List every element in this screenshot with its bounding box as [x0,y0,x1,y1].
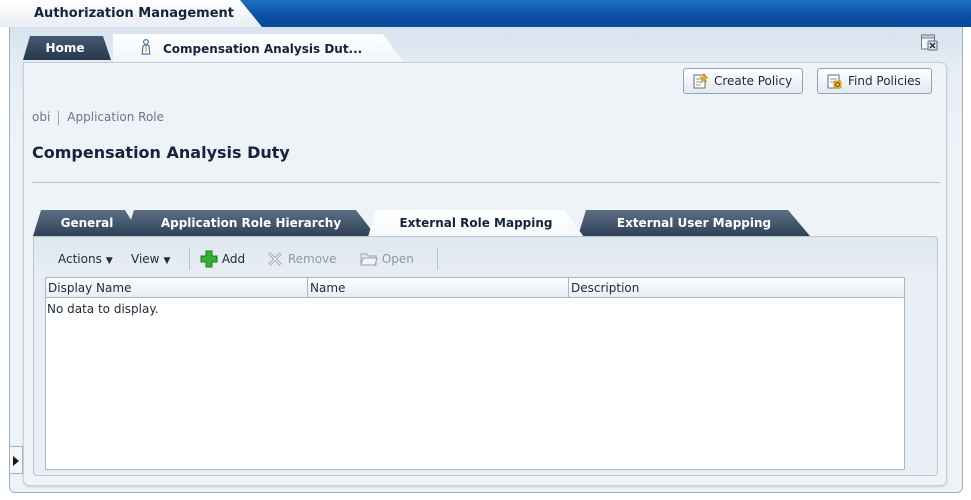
toolbar-separator [189,248,190,270]
breadcrumb-separator [58,110,60,125]
tab-application-role-hierarchy[interactable]: Application Role Hierarchy [126,210,376,236]
divider [32,182,940,183]
app-header-bar [240,0,971,27]
panel-expand-toggle[interactable] [9,446,23,474]
remove-button[interactable]: Remove [266,250,337,268]
tab-general[interactable]: General [33,210,141,236]
tab-duty-label: Compensation Analysis Dut... [163,42,363,56]
person-icon [141,39,151,55]
empty-table-message: No data to display. [47,302,159,316]
actions-menu[interactable]: Actions ▼ [58,252,113,266]
toolbar-separator [437,248,438,270]
view-menu-label: View [131,252,160,266]
column-header-description[interactable]: Description [569,278,904,298]
app-title: Authorization Management [34,6,234,21]
column-header-display-name[interactable]: Display Name [46,278,308,298]
add-button[interactable]: Add [200,250,245,268]
folder-open-icon [360,253,378,266]
tab-compensation-analysis-duty[interactable]: Compensation Analysis Dut... [113,34,403,62]
find-policies-button[interactable]: Find Policies [817,68,932,94]
expand-arrow-icon [13,456,19,466]
tab-external-role-mapping[interactable]: External Role Mapping [368,210,584,237]
actions-menu-label: Actions [58,252,102,266]
open-button[interactable]: Open [360,250,414,268]
remove-x-icon [267,251,283,267]
open-label: Open [381,252,414,266]
chevron-down-icon: ▼ [163,256,171,266]
chevron-down-icon: ▼ [105,256,113,266]
breadcrumb: obi Application Role [32,110,164,125]
add-label: Add [221,252,246,266]
create-policy-icon [693,73,708,89]
close-tab-icon[interactable] [920,33,938,51]
plus-icon [200,250,218,268]
remove-label: Remove [287,252,337,266]
tab-external-user-mapping[interactable]: External User Mapping [578,210,810,236]
data-table: Display Name Name Description No data to… [45,277,905,470]
create-policy-button[interactable]: Create Policy [683,68,804,94]
breadcrumb-application-role[interactable]: Application Role [67,110,164,124]
page-title: Compensation Analysis Duty [32,143,290,162]
find-policies-label: Find Policies [848,74,921,88]
breadcrumb-obi[interactable]: obi [32,110,50,124]
view-menu[interactable]: View ▼ [131,252,170,266]
column-header-name[interactable]: Name [308,278,569,298]
find-policies-icon [827,74,842,89]
tab-home[interactable]: Home [23,36,111,60]
create-policy-label: Create Policy [714,74,793,88]
